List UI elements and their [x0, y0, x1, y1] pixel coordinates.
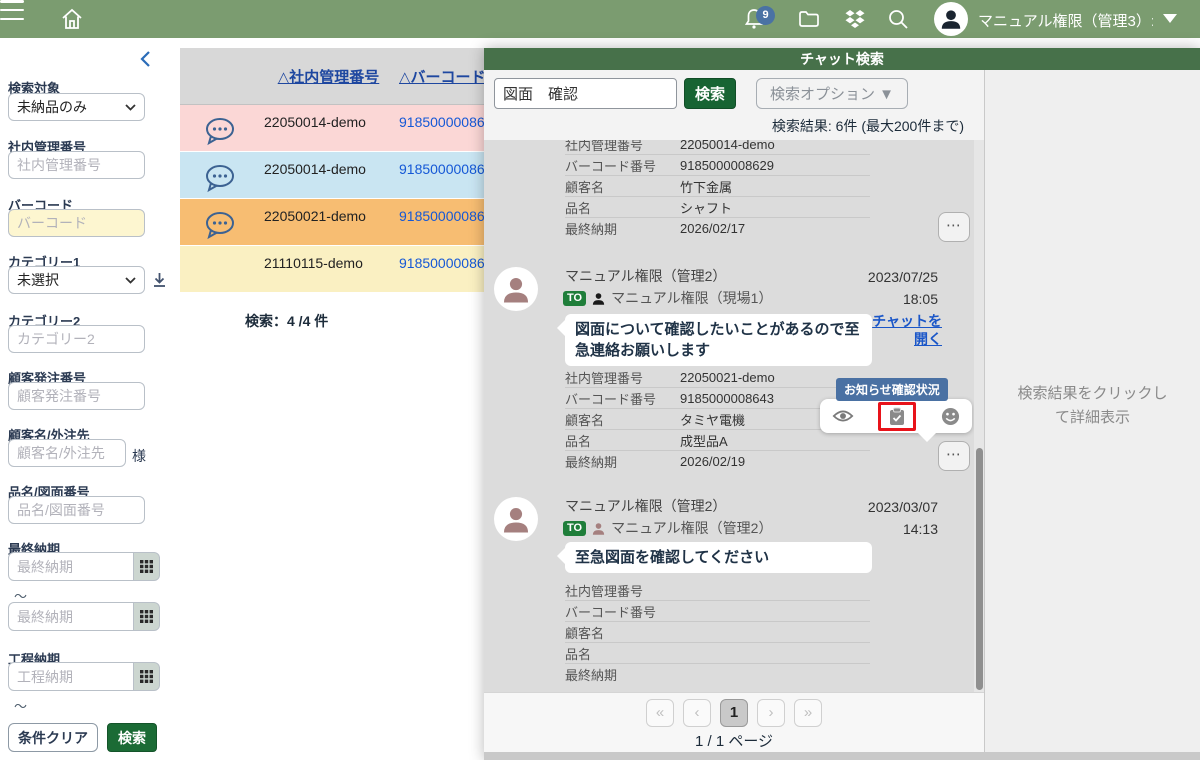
last-page-button[interactable]: » [794, 699, 822, 727]
chat-message-bubble: 図面について確認したいことがあるので至急連絡お願いします [565, 314, 872, 366]
recipient-name: マニュアル権限（現場1） [611, 288, 772, 308]
modal-bottom-strip [484, 752, 1200, 760]
collapse-sidebar-icon[interactable] [138, 50, 154, 68]
recipient-row: TO マニュアル権限（管理2） [563, 518, 772, 538]
calendar-icon[interactable] [134, 602, 160, 631]
person-icon [591, 521, 606, 536]
chat-bubble-icon[interactable] [202, 115, 238, 147]
final-due-to [8, 602, 160, 631]
final-due-from-input[interactable] [8, 552, 134, 581]
recipient-row: TO マニュアル権限（現場1） [563, 288, 772, 308]
customer-suffix-label: 様 [132, 446, 146, 466]
notice-status-tooltip: お知らせ確認状況 [836, 378, 948, 401]
internal-no-cell: 21110115-demo [260, 246, 395, 292]
to-badge: TO [563, 291, 586, 306]
eye-icon[interactable] [832, 408, 854, 424]
current-page-button[interactable]: 1 [720, 699, 748, 727]
chat-bubble-icon[interactable] [202, 209, 238, 241]
search-filter-sidebar: 検索対象 未納品のみ 社内管理番号 バーコード カテゴリー1 未選択 カテゴリー… [0, 38, 180, 760]
home-icon[interactable] [60, 7, 84, 31]
barcode-cell[interactable]: 918500000862 [399, 114, 492, 130]
chat-result-item[interactable]: マニュアル権限（管理2） TO マニュアル権限（現場1） 2023/07/25 … [484, 258, 984, 490]
chat-search-input[interactable] [494, 78, 677, 109]
final-due-to-input[interactable] [8, 602, 134, 631]
barcode-cell[interactable]: 918500000864 [399, 208, 492, 224]
barcode-cell[interactable]: 918500000861 [399, 255, 492, 271]
more-actions-button[interactable]: ⋯ [938, 441, 970, 471]
top-navbar: 9 マニュアル権限（管理3）:... [0, 0, 1200, 38]
person-icon [591, 291, 606, 306]
sender-name: マニュアル権限（管理2） [565, 496, 726, 516]
message-datetime: 2023/03/07 14:13 [868, 496, 938, 540]
calendar-icon[interactable] [134, 662, 160, 691]
recipient-name: マニュアル権限（管理2） [611, 518, 772, 538]
user-name-label[interactable]: マニュアル権限（管理3）:... [978, 10, 1153, 31]
final-due-from [8, 552, 160, 581]
chevron-down-icon [125, 277, 136, 284]
chevron-down-icon [125, 104, 136, 111]
sidebar-search-button[interactable]: 検索 [107, 723, 157, 752]
chat-search-button[interactable]: 検索 [684, 78, 736, 109]
scrollbar-thumb[interactable] [976, 448, 983, 690]
chat-search-bar: 検索 検索オプション ▼ 検索結果: 6件 (最大200件まで) [484, 70, 984, 140]
pagination: « ‹ 1 › » 1 / 1 ページ [484, 692, 984, 752]
chat-search-modal: チャット検索 検索 検索オプション ▼ 検索結果: 6件 (最大200件まで) … [484, 48, 1200, 760]
person-icon [499, 502, 533, 536]
sender-name: マニュアル権限（管理2） [565, 266, 726, 286]
internal-no-input[interactable] [8, 151, 145, 179]
customer-name-input[interactable] [8, 439, 126, 467]
open-chat-link[interactable]: チャットを開く [864, 312, 942, 348]
detail-panel: 検索結果をクリックして詳細表示 [984, 70, 1200, 752]
category2-input[interactable] [8, 325, 145, 353]
smiley-icon[interactable] [941, 407, 960, 426]
search-options-button[interactable]: 検索オプション ▼ [756, 78, 908, 109]
chevron-down-icon[interactable] [1163, 14, 1177, 23]
first-page-button[interactable]: « [646, 699, 674, 727]
clear-conditions-button[interactable]: 条件クリア [8, 723, 98, 752]
item-name-input[interactable] [8, 496, 145, 524]
modal-title: チャット検索 [484, 48, 1200, 70]
highlight-red-box [878, 402, 916, 431]
chat-bubble-icon[interactable] [202, 162, 238, 194]
notification-count-badge: 9 [756, 6, 775, 25]
chat-result-item[interactable]: マニュアル権限（管理2） TO マニュアル権限（管理2） 2023/03/07 … [484, 490, 984, 692]
result-count-label: 検索結果: 6件 (最大200件まで) [772, 116, 964, 136]
calendar-icon[interactable] [134, 552, 160, 581]
person-icon [499, 272, 533, 306]
chat-message-bubble: 至急図面を確認してください [565, 542, 872, 573]
avatar [494, 497, 538, 541]
chat-result-item[interactable]: 社内管理番号22050014-demo バーコード番号9185000008629… [484, 140, 984, 256]
detail-hint-label: 検索結果をクリックして詳細表示 [985, 382, 1200, 430]
clipboard-check-icon[interactable] [889, 407, 905, 426]
search-target-select[interactable]: 未納品のみ [8, 93, 145, 121]
menu-icon[interactable] [0, 0, 24, 20]
message-actions-popup [820, 399, 972, 433]
avatar [494, 267, 538, 311]
sort-internal-no-header[interactable]: △社内管理番号 [278, 66, 380, 87]
folder-icon[interactable] [797, 7, 821, 31]
internal-no-cell: 22050014-demo [260, 152, 395, 198]
message-datetime: 2023/07/25 18:05 [868, 266, 938, 310]
chat-results-list: 社内管理番号22050014-demo バーコード番号9185000008629… [484, 140, 984, 692]
prev-page-button[interactable]: ‹ [683, 699, 711, 727]
person-icon [938, 6, 964, 32]
search-icon[interactable] [886, 7, 910, 31]
user-avatar[interactable] [934, 2, 968, 36]
barcode-cell[interactable]: 918500000863 [399, 161, 492, 177]
page-count-label: 1 / 1 ページ [695, 730, 773, 751]
process-due-from [8, 662, 160, 691]
customer-order-no-input[interactable] [8, 382, 145, 410]
process-due-tilde: 〜 [14, 696, 27, 715]
internal-no-cell: 22050021-demo [260, 199, 395, 245]
more-actions-button[interactable]: ⋯ [938, 212, 970, 242]
barcode-input[interactable] [8, 209, 145, 237]
internal-no-cell: 22050014-demo [260, 105, 395, 151]
scrollbar-track[interactable] [974, 140, 984, 692]
category1-select[interactable]: 未選択 [8, 266, 145, 294]
dropbox-icon[interactable] [843, 7, 867, 31]
download-to-bar-icon[interactable] [152, 272, 167, 288]
next-page-button[interactable]: › [757, 699, 785, 727]
process-due-input[interactable] [8, 662, 134, 691]
to-badge: TO [563, 521, 586, 536]
